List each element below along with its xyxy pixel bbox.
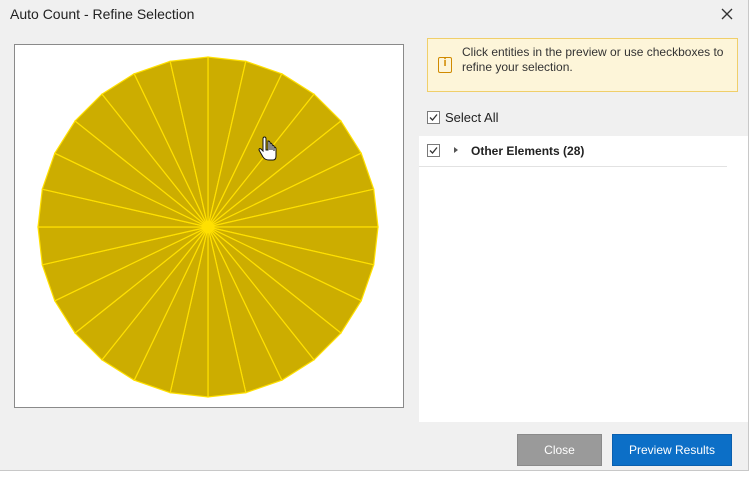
- entity-tree: Other Elements (28): [419, 136, 748, 422]
- tree-item-checkbox[interactable]: [427, 144, 440, 157]
- info-icon: i: [438, 57, 452, 73]
- info-banner: i Click entities in the preview or use c…: [427, 38, 738, 92]
- select-all-row[interactable]: Select All: [427, 108, 498, 126]
- select-all-checkbox[interactable]: [427, 110, 440, 124]
- title-bar: Auto Count - Refine Selection: [0, 0, 748, 30]
- close-button[interactable]: Close: [517, 434, 602, 466]
- background-strip: [0, 471, 749, 480]
- preview-canvas[interactable]: [15, 45, 403, 407]
- close-icon[interactable]: [718, 5, 736, 23]
- expand-arrow-icon[interactable]: [454, 147, 458, 153]
- preview-center-point: [202, 221, 214, 233]
- dialog-title: Auto Count - Refine Selection: [10, 6, 195, 22]
- select-all-label: Select All: [445, 109, 499, 125]
- refine-selection-dialog: Auto Count - Refine Selection i Click en…: [0, 0, 749, 471]
- preview-results-button[interactable]: Preview Results: [612, 434, 732, 466]
- checkmark-icon: [429, 113, 438, 121]
- tree-item-other-elements[interactable]: Other Elements (28): [419, 136, 727, 167]
- info-message: Click entities in the preview or use che…: [462, 45, 724, 74]
- tree-item-label: Other Elements (28): [471, 144, 585, 158]
- preview-panel[interactable]: [14, 44, 404, 408]
- checkmark-icon: [429, 147, 438, 154]
